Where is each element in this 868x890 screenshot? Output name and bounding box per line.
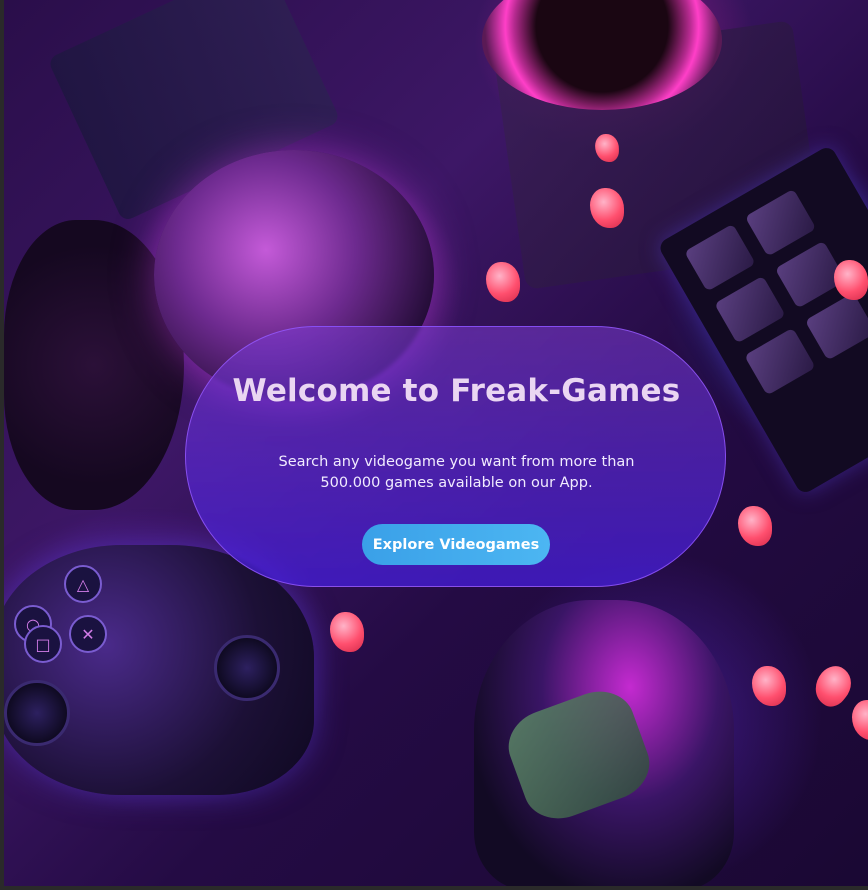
hero-panel: Welcome to Freak-Games Search any videog… xyxy=(185,326,726,587)
keyboard-key xyxy=(804,292,868,361)
candy xyxy=(486,262,520,302)
hero-description: Search any videogame you want from more … xyxy=(278,454,635,491)
keyboard-key xyxy=(744,188,817,257)
cross-button-icon: ✕ xyxy=(69,615,107,653)
candy xyxy=(330,612,364,652)
candy xyxy=(752,666,786,706)
triangle-button-icon: △ xyxy=(64,565,102,603)
analog-stick xyxy=(4,680,70,746)
gamepad: △ ○ □ ✕ xyxy=(4,545,314,795)
keyboard-key xyxy=(714,275,786,344)
explore-videogames-button[interactable]: Explore Videogames xyxy=(362,524,550,565)
candy xyxy=(852,700,868,740)
page-frame: △ ○ □ ✕ Welcome to Freak-Games Search an… xyxy=(0,0,868,890)
hero-title: Welcome to Freak-Games xyxy=(232,373,681,409)
keyboard-key xyxy=(744,327,816,396)
analog-stick xyxy=(214,635,280,701)
candy xyxy=(807,659,859,713)
keyboard-key xyxy=(684,223,756,292)
candy xyxy=(595,134,619,162)
candy xyxy=(738,506,772,546)
square-button-icon: □ xyxy=(24,625,62,663)
